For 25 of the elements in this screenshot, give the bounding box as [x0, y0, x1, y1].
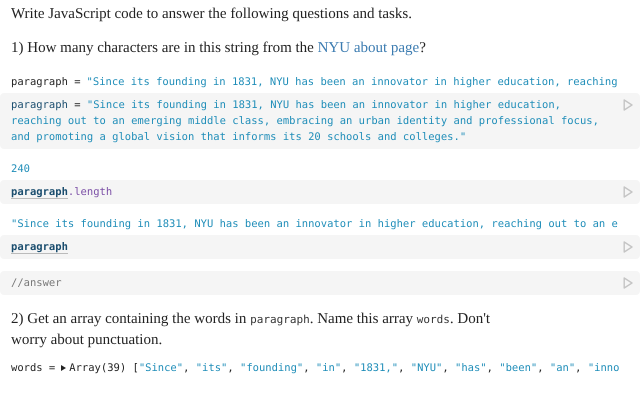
output-value: 240	[11, 162, 30, 177]
run-icon[interactable]	[623, 186, 633, 198]
about-page-link[interactable]: NYU about page	[318, 40, 420, 56]
code-line: reaching out to an emerging middle class, embracing an urban identity and professional focus,	[11, 114, 600, 129]
code-line: paragraph = "Since its founding in 1831, NYU has been an innovator in higher education,	[11, 98, 562, 113]
expand-triangle-icon[interactable]	[61, 365, 66, 371]
code-cell[interactable]: paragraph.length	[0, 180, 640, 204]
output-name: paragraph =	[11, 75, 81, 90]
run-icon[interactable]	[623, 277, 633, 289]
code-cell[interactable]	[0, 93, 640, 149]
code-line: and promoting a global vision that informs its 20 schools and colleges."	[11, 130, 468, 145]
code-line: paragraph.length	[11, 185, 114, 200]
output-name: words =	[11, 361, 56, 376]
instruction-text: 1) How many characters are in this string from the NYU about page?	[11, 39, 427, 58]
output-value: "Since its founding in 1831, NYU has been an innovator in higher education, reaching	[86, 75, 618, 90]
run-icon[interactable]	[623, 99, 633, 111]
instruction-text: Write JavaScript code to answer the following questions and tasks.	[11, 5, 413, 24]
run-icon[interactable]	[623, 241, 633, 253]
instruction-text: 2) Get an array containing the words in paragraph. Name this array words. Don't worry about punctuation.	[11, 310, 491, 350]
code-cell[interactable]: paragraph	[0, 235, 640, 259]
code-line: //answer	[11, 276, 63, 291]
output-value: Array(39) ["Since", "its", "founding", "in", "1831,", "NYU", "has", "been", "an", "inno	[69, 361, 620, 376]
code-cell[interactable]: //answer	[0, 271, 640, 295]
code-line: paragraph	[11, 240, 69, 255]
output-value: "Since its founding in 1831, NYU has been an innovator in higher education, reaching out to an e	[11, 217, 618, 232]
